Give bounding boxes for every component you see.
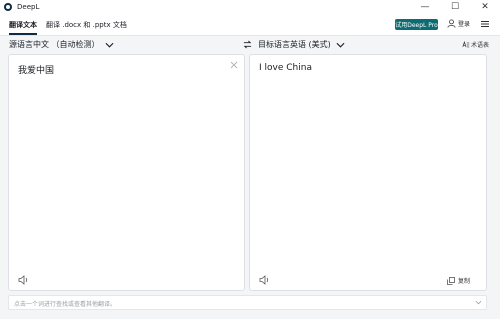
chevron-down-icon (336, 42, 345, 48)
close-window-button[interactable]: ✕ (470, 0, 500, 14)
copy-label: 复制 (458, 278, 471, 285)
source-text-panel[interactable]: 我爱中国 (8, 54, 245, 291)
chevron-down-icon[interactable] (475, 300, 482, 305)
title-bar: DeepL — ☐ ✕ (0, 0, 500, 14)
tab-translate-text[interactable]: 翻译文本 (9, 20, 37, 35)
glossary-button[interactable]: 术语表 (462, 40, 489, 49)
hint-text: 点击一个词进行查找或查看其他翻译。 (14, 301, 117, 308)
copy-button[interactable]: 复制 (447, 276, 470, 285)
target-text-panel: I love China 复制 (249, 54, 487, 291)
speaker-icon[interactable] (259, 275, 270, 285)
try-pro-button[interactable]: 试用DeepL Pro (395, 19, 438, 30)
glossary-label: 术语表 (471, 42, 490, 49)
target-language-label: 目标语言英语 (美式) (258, 40, 331, 49)
language-bar: 源语言中文 （自动检测） 目标语言英语 (美式) 术语表 (0, 36, 500, 53)
source-text-input[interactable]: 我爱中国 (18, 63, 54, 76)
window-title: DeepL (17, 3, 40, 11)
maximize-button[interactable]: ☐ (440, 0, 470, 14)
speaker-icon[interactable] (18, 275, 29, 285)
menu-bar: 翻译文本 翻译 .docx 和 .pptx 文档 试用DeepL Pro 登录 (0, 14, 500, 36)
chevron-down-icon (105, 42, 114, 48)
minimize-button[interactable]: — (410, 0, 440, 14)
user-icon (447, 19, 456, 28)
swap-arrows-icon[interactable] (243, 40, 252, 49)
glossary-icon (462, 41, 470, 48)
translation-output: I love China (259, 63, 312, 73)
login-label: 登录 (458, 21, 471, 28)
deepl-logo-icon (4, 3, 12, 11)
source-language-label: 源语言中文 （自动检测） (9, 40, 100, 49)
source-language-select[interactable]: 源语言中文 （自动检测） (9, 39, 114, 50)
login-button[interactable]: 登录 (447, 19, 470, 28)
copy-icon (447, 276, 455, 285)
hamburger-menu-icon[interactable] (480, 19, 490, 29)
target-language-select[interactable]: 目标语言英语 (美式) (258, 39, 345, 50)
dictionary-hint-bar[interactable]: 点击一个词进行查找或查看其他翻译。 (8, 295, 487, 310)
tab-translate-documents[interactable]: 翻译 .docx 和 .pptx 文档 (46, 20, 127, 30)
close-icon[interactable] (230, 61, 238, 69)
